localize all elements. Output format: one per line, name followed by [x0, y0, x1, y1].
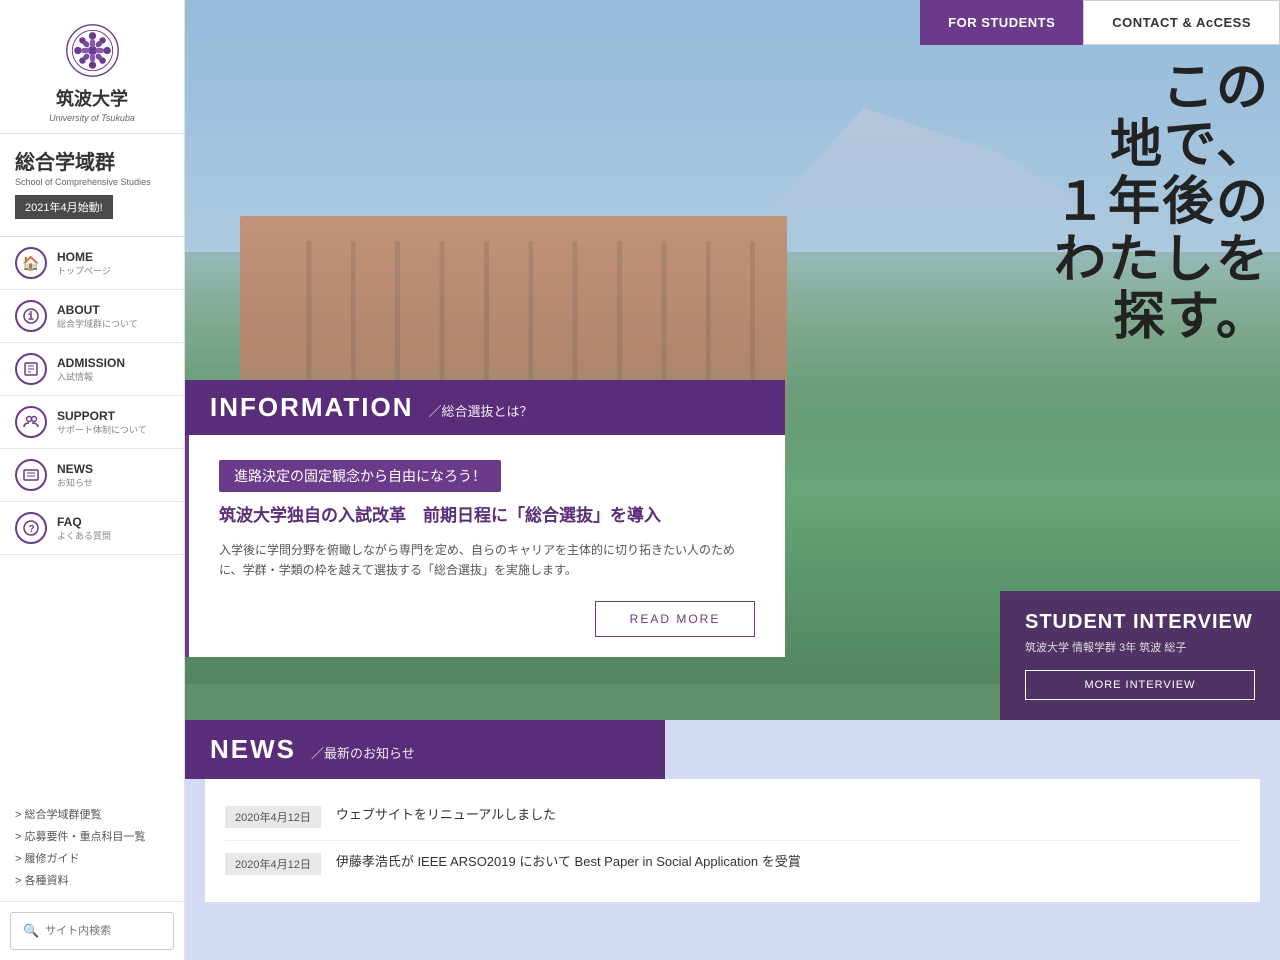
svg-text:?: ?: [29, 524, 35, 535]
link-overview[interactable]: 総合学域群便覧: [15, 803, 169, 825]
main-nav: 🏠 HOME トップページ ABOUT 総合学域群について: [0, 237, 184, 793]
nav-support-jp: サポート体制について: [57, 423, 147, 436]
nav-news-jp: お知らせ: [57, 476, 93, 489]
faq-icon: ?: [15, 512, 47, 544]
launch-badge: 2021年4月始動!: [15, 195, 113, 219]
about-icon: [15, 300, 47, 332]
student-interview-name: 筑波大学 情報学群 3年 筑波 総子: [1025, 639, 1255, 655]
nav-item-support[interactable]: SUPPORT サポート体制について: [0, 396, 184, 449]
hero-line-3: １年後の: [1054, 174, 1270, 231]
hero-line-2: 地で、: [1054, 117, 1270, 174]
nav-item-faq[interactable]: ? FAQ よくある質問: [0, 502, 184, 555]
contact-access-button[interactable]: CONTACT & AcCESS: [1083, 0, 1280, 45]
home-icon: 🏠: [15, 247, 47, 279]
for-students-button[interactable]: FOR STUDENTS: [920, 0, 1083, 45]
news-text-2: 伊藤孝浩氏が IEEE ARSO2019 において Best Paper in …: [336, 853, 801, 871]
link-materials[interactable]: 各種資料: [15, 869, 169, 891]
top-nav-buttons: FOR STUDENTS CONTACT & AcCESS: [920, 0, 1280, 45]
info-tag: 進路決定の固定観念から自由になろう！: [219, 460, 501, 492]
nav-news-en: NEWS: [57, 462, 93, 476]
main-content: FOR STUDENTS CONTACT & AcCESS この 地で、 １年後…: [185, 0, 1280, 960]
news-section: NEWS ／最新のお知らせ 2020年4月12日 ウェブサイトをリニューアルしま…: [185, 720, 1280, 960]
admission-icon: [15, 353, 47, 385]
news-date-2: 2020年4月12日: [225, 853, 321, 875]
university-name-jp: 筑波大学: [56, 85, 128, 111]
nav-about-jp: 総合学域群について: [57, 317, 138, 330]
sidebar: 筑波大学 University of Tsukuba 総合学域群 School …: [0, 0, 185, 960]
nav-faq-en: FAQ: [57, 515, 111, 529]
hero-line-1: この: [1054, 60, 1270, 117]
read-more-button[interactable]: READ MORE: [595, 601, 755, 637]
school-name-en: School of Comprehensive Studies: [15, 177, 169, 187]
info-card: 進路決定の固定観念から自由になろう！ 筑波大学独自の入試改革 前期日程に「総合選…: [185, 435, 785, 657]
news-text-1: ウェブサイトをリニューアルしました: [336, 806, 556, 824]
news-subtitle: ／最新のお知らせ: [311, 743, 415, 762]
info-card-title: 筑波大学独自の入試改革 前期日程に「総合選抜」を導入: [219, 504, 755, 528]
link-requirements[interactable]: 応募要件・重点科目一覧: [15, 825, 169, 847]
news-title: NEWS: [210, 734, 296, 765]
more-interview-button[interactable]: MORE INTERVIEW: [1025, 670, 1255, 700]
search-icon: 🔍: [23, 923, 39, 939]
news-header: NEWS ／最新のお知らせ: [185, 720, 665, 779]
nav-home-jp: トップページ: [57, 264, 111, 277]
university-name-en: University of Tsukuba: [49, 113, 135, 123]
info-header: INFORMATION ／総合選抜とは？: [185, 380, 785, 435]
nav-item-about[interactable]: ABOUT 総合学域群について: [0, 290, 184, 343]
hero-area: この 地で、 １年後の わたしを 探す。 INFORMATION ／総合選抜とは…: [185, 0, 1280, 720]
search-input[interactable]: [45, 925, 161, 937]
hero-line-5: 探す。: [1054, 289, 1270, 346]
school-name-jp: 総合学域群: [15, 146, 169, 175]
student-interview-section: STUDENT INTERVIEW 筑波大学 情報学群 3年 筑波 総子 MOR…: [1000, 591, 1280, 720]
sidebar-links-area: 総合学域群便覧 応募要件・重点科目一覧 履修ガイド 各種資料: [0, 793, 184, 902]
school-name-area: 総合学域群 School of Comprehensive Studies 20…: [0, 134, 184, 237]
info-title: INFORMATION: [210, 392, 414, 423]
nav-item-admission[interactable]: ADMISSION 入試情報: [0, 343, 184, 396]
news-items-container: 2020年4月12日 ウェブサイトをリニューアルしました 2020年4月12日 …: [205, 779, 1260, 902]
hero-text-overlay: この 地で、 １年後の わたしを 探す。: [1054, 60, 1270, 346]
info-subtitle: ／総合選抜とは？: [429, 401, 533, 420]
university-crest: [62, 20, 122, 80]
search-box[interactable]: 🔍: [10, 912, 174, 950]
nav-faq-jp: よくある質問: [57, 529, 111, 542]
student-interview-title: STUDENT INTERVIEW: [1025, 611, 1255, 634]
nav-support-en: SUPPORT: [57, 409, 147, 423]
news-item-2[interactable]: 2020年4月12日 伊藤孝浩氏が IEEE ARSO2019 において Bes…: [225, 841, 1240, 887]
information-section: INFORMATION ／総合選抜とは？ 進路決定の固定観念から自由になろう！ …: [185, 380, 785, 657]
nav-admission-en: ADMISSION: [57, 356, 125, 370]
info-card-body: 入学後に学問分野を俯瞰しながら専門を定め、自らのキャリアを主体的に切り拓きたい人…: [219, 540, 755, 581]
news-item-1[interactable]: 2020年4月12日 ウェブサイトをリニューアルしました: [225, 794, 1240, 841]
nav-item-news[interactable]: NEWS お知らせ: [0, 449, 184, 502]
nav-admission-jp: 入試情報: [57, 370, 125, 383]
news-date-1: 2020年4月12日: [225, 806, 321, 828]
nav-home-en: HOME: [57, 250, 111, 264]
nav-about-en: ABOUT: [57, 303, 138, 317]
link-guide[interactable]: 履修ガイド: [15, 847, 169, 869]
logo-area: 筑波大学 University of Tsukuba: [0, 0, 184, 134]
news-icon: [15, 459, 47, 491]
hero-line-4: わたしを: [1054, 232, 1270, 289]
support-icon: [15, 406, 47, 438]
nav-item-home[interactable]: 🏠 HOME トップページ: [0, 237, 184, 290]
